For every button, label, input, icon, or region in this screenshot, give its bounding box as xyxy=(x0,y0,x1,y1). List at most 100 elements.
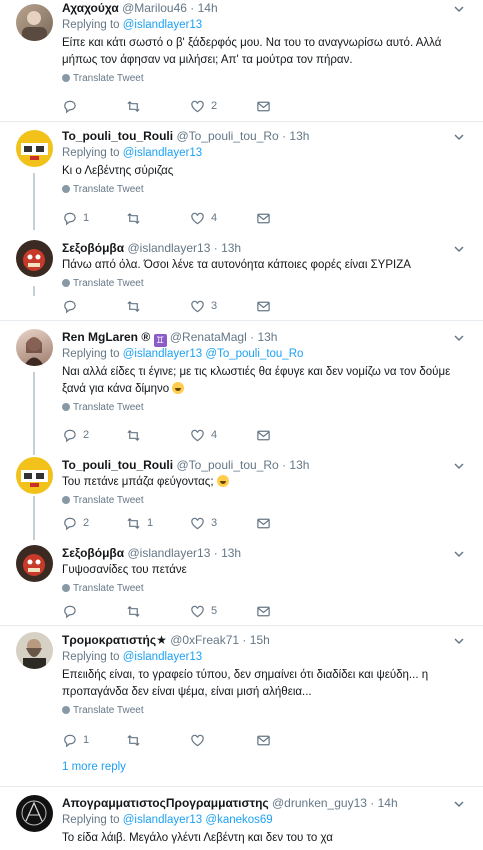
envelope-icon xyxy=(257,301,270,311)
translate-tweet[interactable]: Translate Tweet xyxy=(62,400,467,416)
user-handle[interactable]: @0xFreak71 xyxy=(170,633,239,647)
avatar-image xyxy=(23,249,45,271)
tweet[interactable]: To_pouli_tou_Rouli @To_pouli_tou_Ro · 13… xyxy=(0,122,483,232)
tweet[interactable]: Ren MgLaren ® ♊ @RenataMagl · 13h Replyi… xyxy=(0,321,483,451)
chevron-down-icon[interactable] xyxy=(453,4,465,14)
retweet-button[interactable] xyxy=(126,297,147,315)
direct-message-button[interactable] xyxy=(256,297,271,315)
chevron-down-icon[interactable] xyxy=(453,132,465,142)
reply-button[interactable]: 2 xyxy=(62,514,89,532)
reply-button[interactable] xyxy=(62,297,83,315)
display-name[interactable]: Σεξοβόμβα xyxy=(62,546,124,560)
user-handle[interactable]: @To_pouli_tou_Ro xyxy=(176,458,278,472)
retweet-button[interactable]: 1 xyxy=(126,514,153,532)
chevron-down-icon[interactable] xyxy=(453,461,465,471)
timestamp[interactable]: 14h xyxy=(198,1,218,15)
direct-message-button[interactable] xyxy=(256,602,271,620)
mention-link[interactable]: @islandlayer13 xyxy=(123,19,202,31)
separator-dot: · xyxy=(282,129,287,143)
avatar[interactable] xyxy=(16,4,53,41)
display-name[interactable]: ΑπογραμματιστοςΠρογραμματιστης xyxy=(62,796,269,810)
retweet-button[interactable] xyxy=(126,426,147,444)
reply-button[interactable]: 1 xyxy=(62,209,89,227)
display-name[interactable]: Ren MgLaren ® xyxy=(62,330,150,344)
like-button[interactable] xyxy=(190,731,211,749)
chevron-down-icon[interactable] xyxy=(453,636,465,646)
mention-link[interactable]: @islandlayer13 xyxy=(123,651,202,663)
direct-message-button[interactable] xyxy=(256,426,271,444)
display-name[interactable]: Αχαχούχα xyxy=(62,1,119,15)
like-button[interactable]: 3 xyxy=(190,514,217,532)
timestamp[interactable]: 13h xyxy=(289,458,309,472)
avatar[interactable] xyxy=(16,795,53,832)
like-button[interactable]: 4 xyxy=(190,426,217,444)
retweet-button[interactable] xyxy=(126,731,147,749)
translate-tweet[interactable]: Translate Tweet xyxy=(62,71,467,87)
timestamp[interactable]: 15h xyxy=(250,633,270,647)
display-name[interactable]: To_pouli_tou_Rouli xyxy=(62,129,173,143)
direct-message-button[interactable] xyxy=(256,731,271,749)
retweet-button[interactable] xyxy=(126,209,147,227)
retweet-icon xyxy=(127,605,140,617)
avatar[interactable] xyxy=(16,457,53,494)
direct-message-button[interactable] xyxy=(256,97,271,115)
mention-link[interactable]: @islandlayer13 xyxy=(123,147,202,159)
avatar[interactable] xyxy=(16,329,53,366)
translate-tweet[interactable]: Translate Tweet xyxy=(62,182,467,198)
timestamp[interactable]: 13h xyxy=(221,241,241,255)
timestamp[interactable]: 13h xyxy=(257,330,277,344)
avatar[interactable] xyxy=(16,545,53,582)
chevron-down-icon[interactable] xyxy=(453,244,465,254)
direct-message-button[interactable] xyxy=(256,209,271,227)
mention-link[interactable]: @islandlayer13 xyxy=(123,814,202,826)
tweet[interactable]: ΑπογραμματιστοςΠρογραμματιστης @drunken_… xyxy=(0,787,483,850)
reply-button[interactable] xyxy=(62,97,83,115)
user-handle[interactable]: @islandlayer13 xyxy=(127,546,210,560)
display-name[interactable]: Τρομοκρατιστής★ xyxy=(62,633,167,647)
tweet[interactable]: Σεξοβόμβα @islandlayer13 · 13h Πάνω από … xyxy=(0,232,483,320)
retweet-button[interactable] xyxy=(126,602,147,620)
user-handle[interactable]: @RenataMagl xyxy=(170,330,247,344)
user-handle[interactable]: @Marilou46 xyxy=(122,1,187,15)
avatar-image xyxy=(23,639,46,669)
like-button[interactable]: 5 xyxy=(190,602,217,620)
reply-button[interactable] xyxy=(62,602,83,620)
display-name[interactable]: To_pouli_tou_Rouli xyxy=(62,458,173,472)
display-name[interactable]: Σεξοβόμβα xyxy=(62,241,124,255)
mention-link[interactable]: @kanekos69 xyxy=(205,814,272,826)
like-button[interactable]: 4 xyxy=(190,209,217,227)
tweet[interactable]: Αχαχούχα @Marilou46 · 14h Replying to @i… xyxy=(0,0,483,122)
tweet[interactable]: Τρομοκρατιστής★ @0xFreak71 · 15h Replyin… xyxy=(0,626,483,786)
chevron-down-icon[interactable] xyxy=(453,799,465,809)
user-handle[interactable]: @islandlayer13 xyxy=(127,241,210,255)
avatar[interactable] xyxy=(16,632,53,669)
more-replies-link[interactable]: 1 more reply xyxy=(62,761,126,773)
chevron-down-icon[interactable] xyxy=(453,549,465,559)
chevron-down-icon[interactable] xyxy=(453,333,465,343)
envelope-icon xyxy=(257,735,270,745)
translate-tweet[interactable]: Translate Tweet xyxy=(62,703,467,719)
retweet-icon xyxy=(127,100,140,112)
avatar[interactable] xyxy=(16,130,53,167)
mention-link[interactable]: @To_pouli_tou_Ro xyxy=(205,348,303,360)
translate-tweet[interactable]: Translate Tweet xyxy=(62,581,467,597)
tweet[interactable]: Σεξοβόμβα @islandlayer13 · 13h Γυψοσανίδ… xyxy=(0,539,483,625)
mention-link[interactable]: @islandlayer13 xyxy=(123,348,202,360)
timestamp[interactable]: 14h xyxy=(378,796,398,810)
translate-tweet[interactable]: Translate Tweet xyxy=(62,493,467,509)
replying-to: Replying to @islandlayer13 xyxy=(62,145,467,162)
timestamp[interactable]: 13h xyxy=(289,129,309,143)
user-handle[interactable]: @To_pouli_tou_Ro xyxy=(176,129,278,143)
timestamp[interactable]: 13h xyxy=(221,546,241,560)
translate-tweet[interactable]: Translate Tweet xyxy=(62,276,467,292)
direct-message-button[interactable] xyxy=(256,514,271,532)
heart-icon xyxy=(191,100,204,112)
reply-button[interactable]: 1 xyxy=(62,731,89,749)
retweet-button[interactable] xyxy=(126,97,147,115)
like-button[interactable]: 2 xyxy=(190,97,217,115)
tweet[interactable]: To_pouli_tou_Rouli @To_pouli_tou_Ro · 13… xyxy=(0,451,483,539)
avatar[interactable] xyxy=(16,240,53,277)
reply-button[interactable]: 2 xyxy=(62,426,89,444)
user-handle[interactable]: @drunken_guy13 xyxy=(272,796,367,810)
like-button[interactable]: 3 xyxy=(190,297,217,315)
